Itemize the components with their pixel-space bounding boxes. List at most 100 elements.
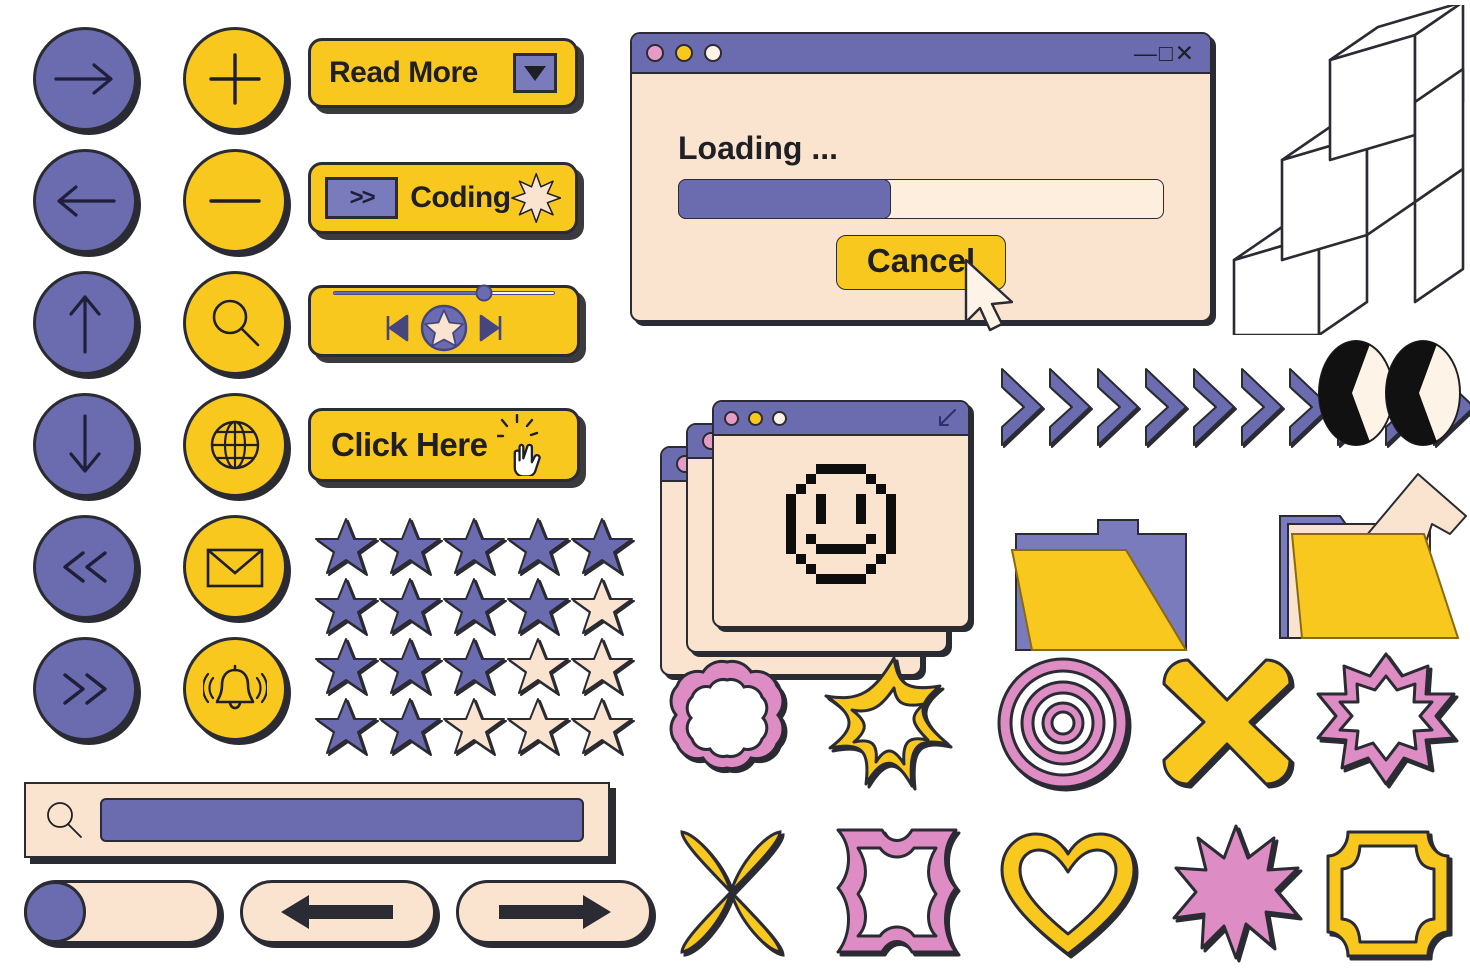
star-filled-icon[interactable] (314, 696, 378, 756)
star-filled-icon[interactable] (314, 576, 378, 636)
star-filled-icon[interactable] (506, 516, 570, 576)
star-filled-icon[interactable] (442, 576, 506, 636)
click-here-label: Click Here (331, 426, 488, 463)
folder-closed-icon[interactable] (1010, 500, 1200, 660)
loading-window-titlebar[interactable]: —□✕ (632, 34, 1210, 74)
window-dot-pink[interactable] (724, 410, 739, 426)
nine-point-burst-outline-shape (1316, 652, 1456, 786)
action-circle-globe[interactable] (183, 393, 287, 497)
star-filled-icon[interactable] (442, 516, 506, 576)
window-dot-cream[interactable] (704, 44, 722, 62)
pixel-smiley-icon (786, 464, 896, 584)
media-progress-knob[interactable] (475, 284, 493, 302)
star-filled-icon[interactable] (378, 636, 442, 696)
click-here-button[interactable]: Click Here (308, 408, 580, 482)
search-icon[interactable] (42, 798, 86, 842)
star-filled-icon[interactable] (506, 576, 570, 636)
cartoon-eyes-icon (1318, 340, 1461, 446)
star-filled-icon[interactable] (378, 696, 442, 756)
coding-badge-label: >> (349, 184, 376, 211)
star-rating-grid (314, 516, 634, 756)
quatrefoil-outline-shape (836, 828, 958, 954)
back-button[interactable] (240, 880, 436, 944)
star-empty-icon[interactable] (570, 576, 634, 636)
nav-circle-arrow-right[interactable] (33, 27, 137, 131)
star-play-icon[interactable] (418, 302, 470, 354)
sparkle-icon (510, 172, 561, 224)
star-empty-icon[interactable] (570, 696, 634, 756)
nav-circle-arrow-left[interactable] (33, 149, 137, 253)
star-filled-icon[interactable] (378, 516, 442, 576)
star-rating-row (314, 636, 634, 696)
chevron-down-icon[interactable] (513, 53, 557, 93)
coding-button[interactable]: >> Coding (308, 162, 578, 234)
folder-open-document-icon[interactable] (1270, 472, 1470, 657)
coding-badge: >> (325, 177, 399, 219)
window-dot-cream[interactable] (772, 410, 787, 426)
chevron-right-icon (1097, 368, 1139, 446)
chevron-right-icon (1145, 368, 1187, 446)
toggle-knob[interactable] (24, 881, 86, 943)
resize-diagonal-icon[interactable] (936, 407, 958, 429)
purple-nav-circle-group (33, 27, 137, 741)
nav-circle-arrow-up[interactable] (33, 271, 137, 375)
concave-frame-shape (1326, 830, 1450, 958)
arrow-up-icon (69, 295, 101, 354)
arrow-cursor-icon (964, 258, 1014, 332)
smiley-window-titlebar[interactable] (714, 402, 968, 436)
star-filled-icon[interactable] (378, 576, 442, 636)
coding-label: Coding (410, 181, 511, 214)
nav-circle-rewind[interactable] (33, 515, 137, 619)
smiley-window[interactable] (712, 400, 970, 628)
chevron-right-icon (1193, 368, 1235, 446)
skip-forward-icon[interactable] (478, 313, 504, 343)
star-filled-icon[interactable] (314, 636, 378, 696)
arrow-right-icon (54, 63, 113, 95)
double-chevron-left-icon (63, 551, 107, 583)
loading-progress-track (678, 179, 1164, 219)
action-circle-notifications[interactable] (183, 637, 287, 741)
action-circle-mail[interactable] (183, 515, 287, 619)
x-cross-shape (1162, 658, 1292, 786)
action-circle-add[interactable] (183, 27, 287, 131)
star-empty-icon[interactable] (442, 696, 506, 756)
chevron-right-icon (1001, 368, 1043, 446)
smiley-window-body (714, 436, 968, 622)
concentric-target-shape (997, 657, 1129, 789)
action-circle-search[interactable] (183, 271, 287, 375)
star-empty-icon[interactable] (570, 636, 634, 696)
window-controls[interactable]: —□✕ (1134, 41, 1196, 65)
media-controls (384, 302, 504, 354)
action-circle-remove[interactable] (183, 149, 287, 253)
star-empty-icon[interactable] (506, 636, 570, 696)
media-progress-track[interactable] (333, 284, 555, 302)
star-empty-icon[interactable] (506, 696, 570, 756)
envelope-icon (206, 548, 264, 588)
hand-pointer-icon (497, 414, 541, 476)
arrow-down-icon (69, 414, 101, 473)
nav-circle-arrow-down[interactable] (33, 393, 137, 497)
forward-button[interactable] (456, 880, 652, 944)
loading-window[interactable]: —□✕ Loading ... Cancel (630, 32, 1212, 322)
search-input[interactable] (100, 798, 584, 842)
star-rating-row (314, 696, 634, 756)
cancel-label: Cancel (866, 242, 976, 279)
search-icon (212, 299, 260, 347)
star-filled-icon[interactable] (570, 516, 634, 576)
globe-icon (210, 420, 260, 470)
read-more-button[interactable]: Read More (308, 38, 578, 108)
star-filled-icon[interactable] (314, 516, 378, 576)
plus-icon (209, 53, 261, 105)
toggle-switch[interactable] (24, 880, 220, 944)
search-bar[interactable] (24, 782, 610, 858)
star-filled-icon[interactable] (442, 636, 506, 696)
media-player-button[interactable] (308, 284, 580, 357)
skip-back-icon[interactable] (384, 313, 410, 343)
window-dot-yellow[interactable] (748, 410, 763, 426)
chevron-right-icon (1241, 368, 1283, 446)
nav-circle-fastforward[interactable] (33, 637, 137, 741)
minus-icon (209, 199, 261, 203)
arrow-left-bold-icon (281, 895, 393, 929)
window-dot-yellow[interactable] (675, 44, 693, 62)
window-dot-pink[interactable] (646, 44, 664, 62)
